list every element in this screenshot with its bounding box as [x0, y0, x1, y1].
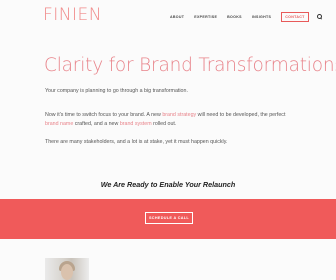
- brand-system-link[interactable]: brand system: [120, 121, 152, 127]
- nav-books[interactable]: BOOKS: [227, 15, 242, 19]
- focus-paragraph: Now it's time to switch focus to your br…: [45, 111, 295, 129]
- search-icon[interactable]: [316, 13, 323, 20]
- stakeholders-text: There are many stakeholders, and a lot i…: [45, 139, 228, 145]
- logo[interactable]: FINIEN: [43, 5, 102, 25]
- site-header: FINIEN ABOUT EXPERTISE BOOKS INSIGHTS CO…: [0, 0, 336, 30]
- nav-expertise[interactable]: EXPERTISE: [194, 15, 217, 19]
- portrait-face: [61, 264, 73, 280]
- nav-about[interactable]: ABOUT: [170, 15, 184, 19]
- focus-text-d: rolled out.: [151, 121, 177, 127]
- page-title: Clarity for Brand Transformations: [44, 55, 336, 76]
- focus-text-c: crafted, and a new: [73, 121, 120, 127]
- intro-paragraph: Your company is planning to go through a…: [45, 87, 295, 96]
- contact-button[interactable]: CONTACT: [281, 12, 309, 22]
- intro-text: Your company is planning to go through a…: [45, 88, 188, 94]
- brand-strategy-link[interactable]: brand strategy: [162, 112, 196, 118]
- stakeholders-paragraph: There are many stakeholders, and a lot i…: [45, 138, 295, 147]
- portrait-photo: [45, 258, 89, 280]
- cta-heading: We Are Ready to Enable Your Relaunch: [100, 180, 236, 189]
- focus-text-a: Now it's time to switch focus to your br…: [45, 112, 163, 118]
- schedule-call-button[interactable]: SCHEDULE A CALL: [145, 212, 193, 224]
- nav-insights[interactable]: INSIGHTS: [252, 15, 271, 19]
- focus-text-b: will need to be developed, the perfect: [196, 112, 286, 118]
- main-nav: ABOUT EXPERTISE BOOKS INSIGHTS CONTACT: [170, 12, 323, 22]
- brand-name-link[interactable]: brand name: [45, 121, 73, 127]
